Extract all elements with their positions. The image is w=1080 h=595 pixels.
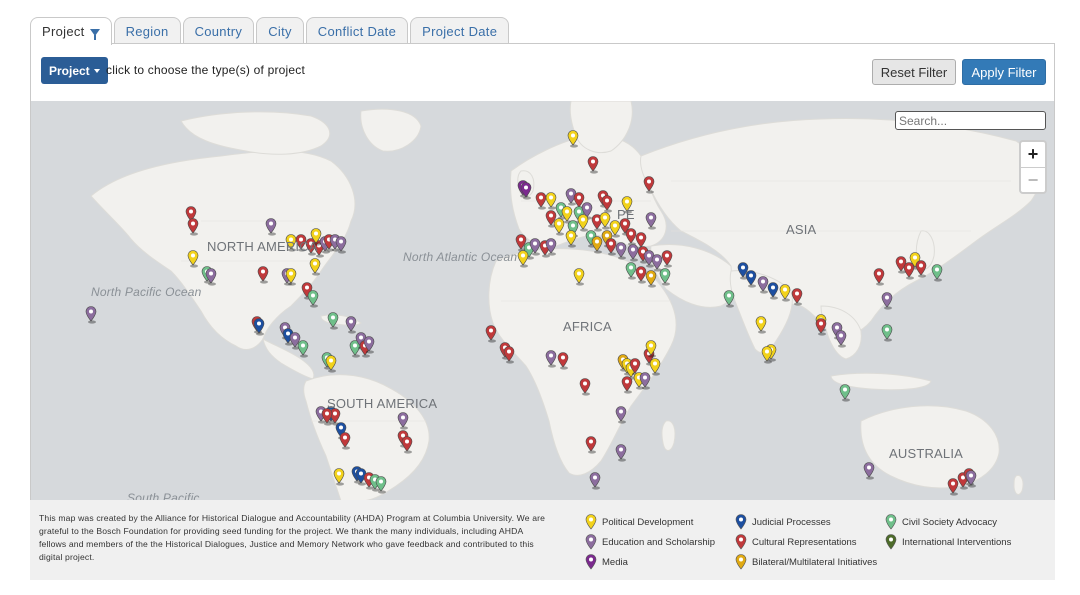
marker-icon — [735, 534, 747, 550]
legend-media: Media — [585, 554, 628, 570]
label-africa: AFRICA — [563, 319, 612, 334]
map-marker-cultural[interactable] — [815, 318, 827, 336]
map-marker-education[interactable] — [881, 292, 893, 310]
tab-project[interactable]: Project — [30, 17, 112, 45]
map-marker-civil[interactable] — [931, 264, 943, 282]
label-north-atlantic: North Atlantic Ocean — [403, 250, 518, 264]
tab-project-date[interactable]: Project Date — [410, 17, 510, 44]
tab-conflict-date[interactable]: Conflict Date — [305, 17, 409, 44]
legend-label: Political Development — [602, 516, 694, 528]
zoom-control: + − — [1019, 140, 1047, 194]
marker-icon — [735, 514, 747, 530]
map-marker-education[interactable] — [651, 254, 663, 272]
map-marker-civil[interactable] — [839, 384, 851, 402]
legend-civil-society-advocacy: Civil Society Advocacy — [885, 514, 997, 530]
land-europe — [510, 134, 667, 248]
label-australia: AUSTRALIA — [889, 446, 964, 461]
map-marker-cultural[interactable] — [605, 238, 617, 256]
project-dropdown-label: Project — [49, 63, 90, 78]
tab-city[interactable]: City — [256, 17, 304, 44]
map-marker-political[interactable] — [565, 230, 577, 248]
map-marker-civil[interactable] — [881, 324, 893, 342]
caret-down-icon — [93, 68, 100, 73]
tab-country-label: Country — [194, 23, 243, 39]
tab-country[interactable]: Country — [182, 17, 255, 44]
legend-label: Bilateral/Multilateral Initiatives — [752, 556, 878, 568]
map-marker-education[interactable] — [863, 462, 875, 480]
tab-region-label: Region — [125, 23, 169, 39]
marker-icon — [585, 514, 597, 530]
map-marker-cultural[interactable] — [503, 346, 515, 364]
map-marker-education[interactable] — [615, 444, 627, 462]
map-marker-cultural[interactable] — [947, 478, 959, 496]
world-map[interactable]: NORTH AMERICA SOUTH AMERICA AFRICA ASIA … — [30, 101, 1055, 501]
label-north-america: NORTH AMERICA — [207, 239, 318, 254]
land-greenland — [360, 108, 422, 152]
map-marker-cultural[interactable] — [485, 325, 497, 343]
tab-city-label: City — [268, 23, 292, 39]
label-asia: ASIA — [786, 222, 817, 237]
land-madagascar — [661, 420, 676, 451]
zoom-in-button[interactable]: + — [1021, 142, 1045, 167]
legend-education-scholarship: Education and Scholarship — [585, 534, 715, 550]
map-marker-civil[interactable] — [307, 290, 319, 308]
legend-label: Media — [602, 556, 628, 568]
credit-text: This map was created by the Alliance for… — [39, 513, 546, 562]
map-marker-civil[interactable] — [297, 340, 309, 358]
tab-region[interactable]: Region — [113, 17, 181, 44]
zoom-out-button[interactable]: − — [1021, 167, 1045, 192]
filter-panel: Project click to choose the type(s) of p… — [30, 43, 1055, 101]
reset-filter-button[interactable]: Reset Filter — [872, 59, 956, 85]
marker-icon — [585, 534, 597, 550]
project-dropdown-button[interactable]: Project — [41, 57, 108, 84]
land-canada-north — [180, 111, 331, 155]
map-marker-political[interactable] — [325, 355, 337, 373]
legend-label: International Interventions — [902, 536, 1012, 548]
map-search-input[interactable] — [895, 111, 1046, 130]
tab-conflict-date-label: Conflict Date — [317, 23, 397, 39]
legend-label: Education and Scholarship — [602, 536, 716, 548]
filter-hint: click to choose the type(s) of project — [106, 63, 306, 77]
map-marker-education[interactable] — [627, 244, 639, 262]
land-new-zealand — [1013, 474, 1024, 495]
marker-icon — [585, 554, 597, 570]
marker-icon — [885, 534, 897, 550]
label-south-america: SOUTH AMERICA — [327, 396, 438, 411]
legend-label: Cultural Representations — [752, 536, 857, 548]
map-marker-education[interactable] — [345, 316, 357, 334]
tab-project-date-label: Project Date — [422, 23, 498, 39]
label-europe-partial: PE — [617, 207, 635, 222]
marker-icon — [885, 514, 897, 530]
marker-icon — [735, 554, 747, 570]
filter-tabs: Project Region Country City Conflict Dat… — [30, 17, 510, 45]
apply-filter-button[interactable]: Apply Filter — [962, 59, 1046, 85]
map-land-layer — [85, 101, 1040, 501]
map-marker-civil[interactable] — [327, 312, 339, 330]
legend-label: Judicial Processes — [752, 516, 831, 528]
tab-project-label: Project — [42, 24, 85, 39]
map-footer: This map was created by the Alliance for… — [30, 500, 1055, 580]
map-marker-political[interactable] — [761, 346, 773, 364]
legend-political-development: Political Development — [585, 514, 693, 530]
label-north-pacific: North Pacific Ocean — [91, 285, 202, 299]
legend-international-interventions: International Interventions — [885, 534, 1011, 550]
map-marker-education[interactable] — [589, 472, 601, 490]
legend-cultural-representations: Cultural Representations — [735, 534, 857, 550]
legend-judicial-processes: Judicial Processes — [735, 514, 831, 530]
map-marker-civil[interactable] — [723, 290, 735, 308]
legend-label: Civil Society Advocacy — [902, 516, 998, 528]
filter-icon — [89, 29, 100, 40]
map-marker-education[interactable] — [85, 306, 97, 324]
legend-bilateral-initiatives: Bilateral/Multilateral Initiatives — [735, 554, 877, 570]
